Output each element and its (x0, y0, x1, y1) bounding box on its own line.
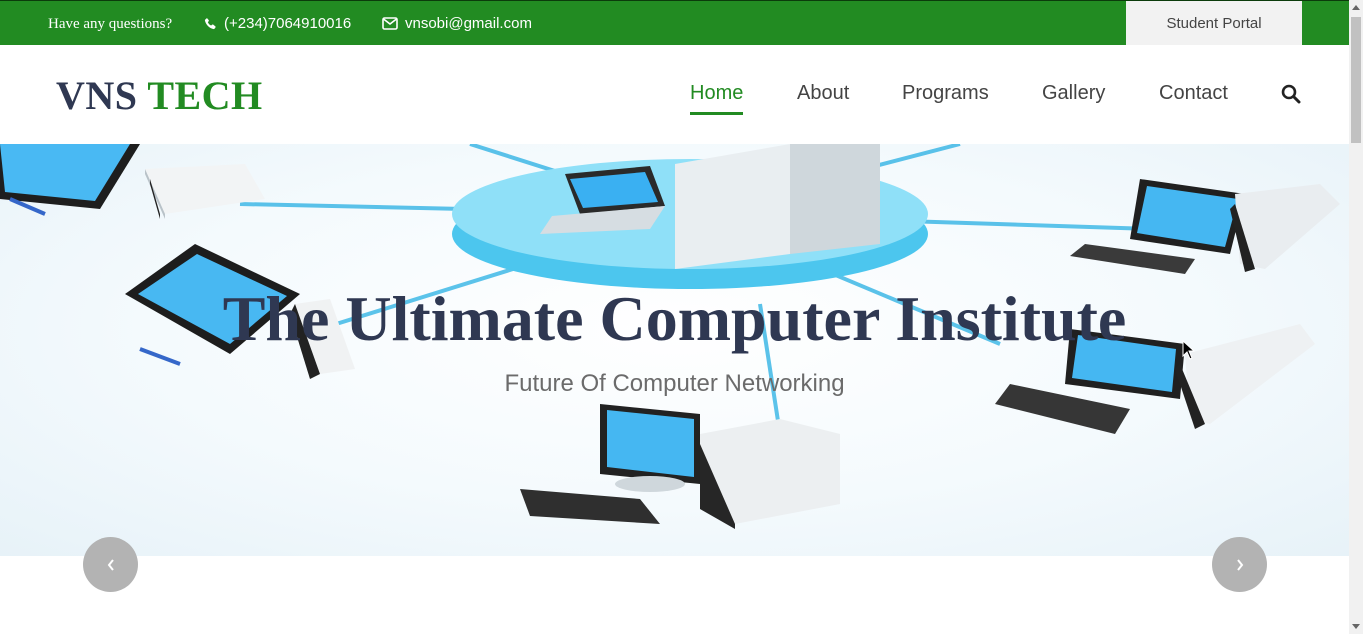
chevron-left-icon (107, 558, 114, 571)
top-contact-bar: Have any questions? (+234)7064910016 vns… (0, 0, 1349, 46)
envelope-icon (382, 17, 398, 30)
hero-slider: The Ultimate Computer Institute Future O… (0, 144, 1349, 556)
nav-item-home[interactable]: Home (690, 82, 744, 115)
phone-contact[interactable]: (+234)7064910016 (204, 15, 351, 32)
chevron-right-icon (1236, 558, 1243, 571)
questions-text: Have any questions? (48, 16, 173, 32)
scrollbar-thumb[interactable] (1351, 17, 1361, 143)
nav-item-programs[interactable]: Programs (902, 82, 989, 105)
page-scrollbar[interactable] (1349, 0, 1363, 634)
nav-item-contact[interactable]: Contact (1159, 82, 1228, 105)
slider-next-button[interactable] (1212, 537, 1267, 592)
search-icon[interactable] (1281, 84, 1301, 104)
logo-part-vns: VNS (56, 73, 138, 118)
scroll-up-icon[interactable] (1352, 5, 1360, 10)
slider-prev-button[interactable] (83, 537, 138, 592)
logo-part-tech: TECH (147, 73, 263, 118)
scroll-down-icon[interactable] (1352, 624, 1360, 629)
email-contact[interactable]: vnsobi@gmail.com (382, 15, 532, 32)
phone-icon (204, 17, 216, 30)
nav-item-about[interactable]: About (797, 82, 849, 105)
hero-subtitle: Future Of Computer Networking (504, 370, 845, 397)
phone-number: (+234)7064910016 (224, 15, 352, 32)
site-logo[interactable]: VNS TECH (56, 72, 263, 119)
nav-item-gallery[interactable]: Gallery (1042, 82, 1105, 105)
email-address: vnsobi@gmail.com (405, 15, 532, 32)
student-portal-button[interactable]: Student Portal (1126, 1, 1302, 46)
hero-title: The Ultimate Computer Institute (222, 283, 1127, 354)
mouse-cursor-icon (1182, 340, 1196, 360)
main-header: VNS TECH Home About Programs Gallery Con… (0, 45, 1349, 144)
